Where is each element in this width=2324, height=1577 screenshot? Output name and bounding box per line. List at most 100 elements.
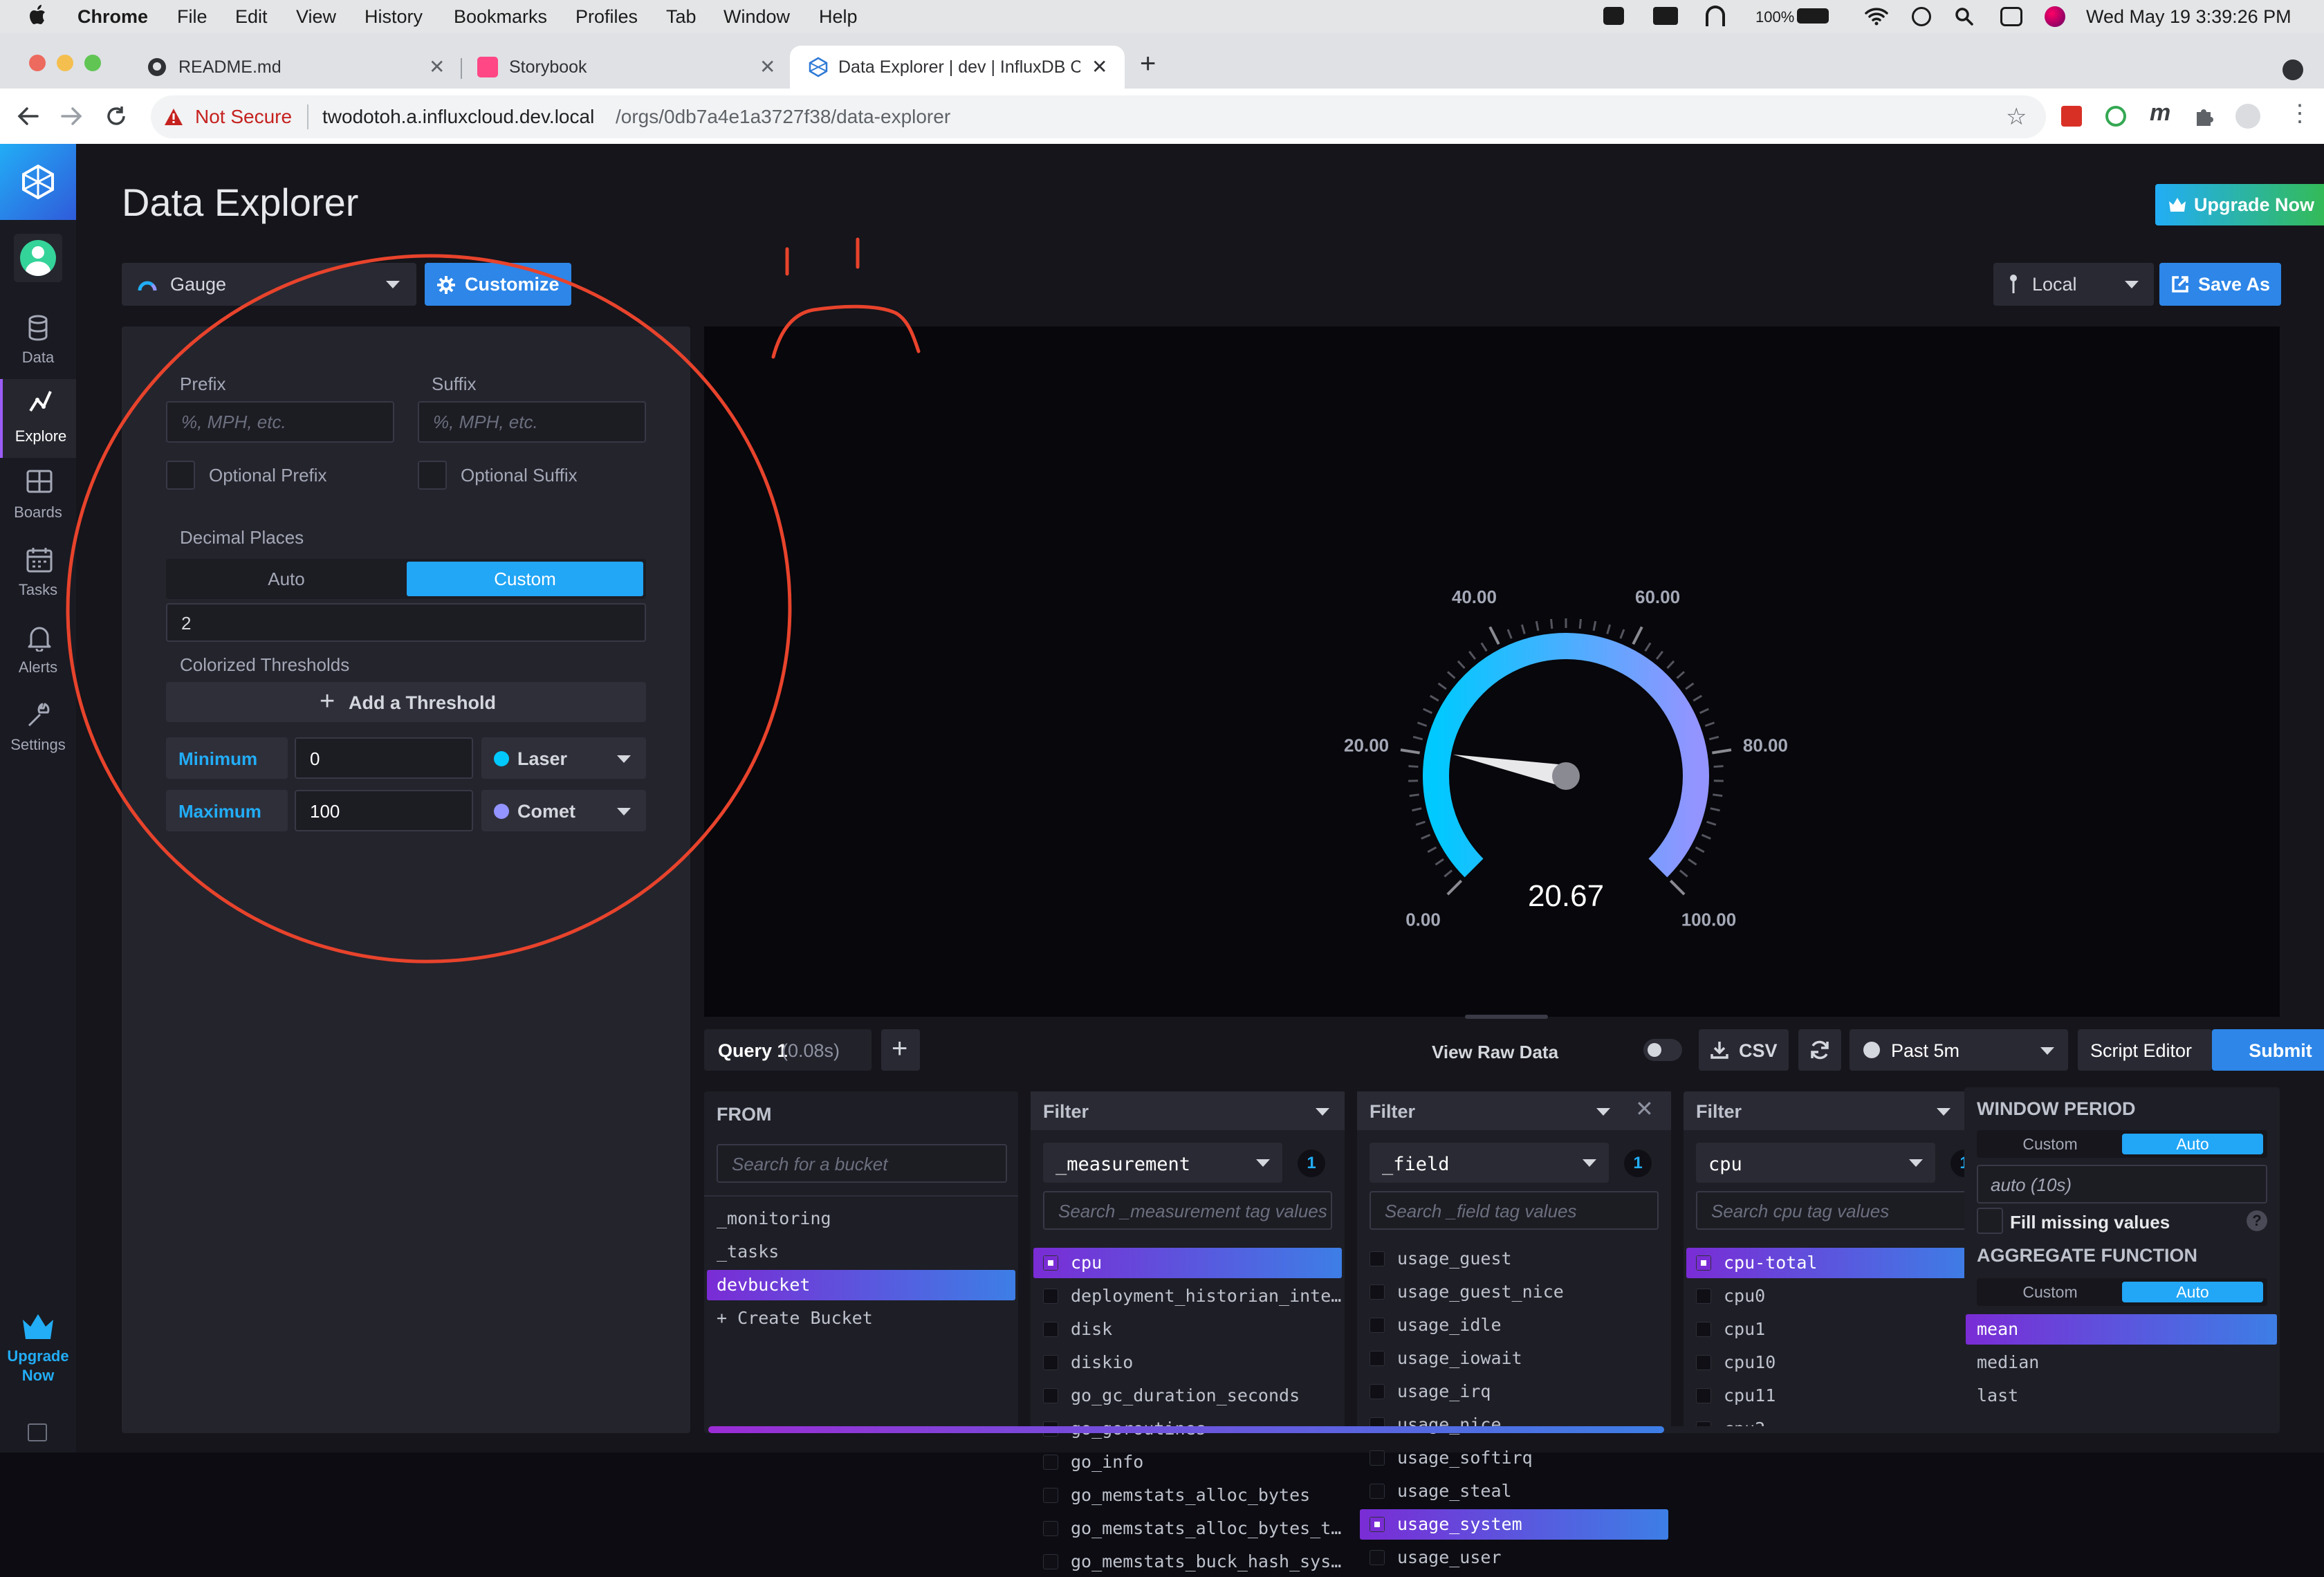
forward-arrow-icon[interactable] (59, 105, 83, 127)
user-account-icon[interactable] (1912, 7, 1931, 26)
list-item-checkbox[interactable] (1370, 1351, 1385, 1366)
video-icon[interactable] (1603, 7, 1624, 25)
submit-button[interactable]: Submit (2212, 1029, 2324, 1071)
filter-search-input[interactable]: Search _field tag values (1370, 1191, 1659, 1230)
customize-button[interactable]: Customize (425, 263, 571, 306)
query-tab[interactable]: Query 1 (0.08s) (704, 1029, 872, 1071)
filter-header[interactable]: Filter ✕ (1357, 1091, 1671, 1130)
aggregate-auto-option[interactable]: Auto (2122, 1282, 2263, 1302)
list-item-checkbox[interactable] (1696, 1388, 1711, 1403)
new-tab-button[interactable]: + (1140, 48, 1156, 80)
filter-header[interactable]: Filter (1684, 1091, 1974, 1130)
script-editor-button[interactable]: Script Editor (2078, 1029, 2212, 1071)
menu-tab[interactable]: Tab (666, 6, 697, 28)
list-item-checkbox[interactable] (1043, 1455, 1058, 1470)
filter-value-item[interactable]: usage_softirq (1360, 1443, 1668, 1473)
csv-download-button[interactable]: CSV (1699, 1029, 1789, 1071)
optional-prefix-checkbox[interactable] (166, 461, 195, 490)
filter-value-item[interactable]: disk (1033, 1314, 1342, 1345)
help-icon[interactable]: ? (2247, 1210, 2267, 1231)
filter-value-item[interactable]: usage_user (1360, 1542, 1668, 1573)
extension-red-icon[interactable] (2061, 106, 2082, 127)
reload-icon[interactable] (105, 105, 127, 127)
list-item-checkbox[interactable] (1043, 1255, 1058, 1271)
chrome-menu-icon[interactable]: ⋮ (2288, 100, 2312, 127)
suffix-input[interactable]: %, MPH, etc. (418, 401, 646, 443)
minimum-value-input[interactable]: 0 (295, 737, 473, 779)
filter-value-item[interactable]: cpu11 (1686, 1381, 1971, 1411)
menu-file[interactable]: File (177, 6, 208, 28)
list-item-checkbox[interactable] (1370, 1284, 1385, 1300)
list-item-checkbox[interactable] (1696, 1355, 1711, 1370)
influxdb-logo[interactable] (0, 144, 76, 220)
extensions-puzzle-icon[interactable] (2193, 105, 2215, 127)
menubar-datetime[interactable]: Wed May 19 3:39:26 PM (2086, 6, 2291, 28)
menu-edit[interactable]: Edit (235, 6, 268, 28)
list-item-checkbox[interactable] (1043, 1322, 1058, 1337)
list-item-checkbox[interactable] (1370, 1517, 1385, 1532)
collapse-nav-icon[interactable] (28, 1423, 47, 1441)
filter-key-dropdown[interactable]: _field (1370, 1143, 1609, 1183)
menu-app-name[interactable]: Chrome (77, 6, 148, 28)
sidenav-item-data[interactable]: Data (0, 304, 76, 376)
filter-value-item[interactable]: usage_guest (1360, 1244, 1668, 1274)
filter-value-item[interactable]: go_memstats_alloc_bytes (1033, 1480, 1342, 1511)
list-item-checkbox[interactable] (1370, 1550, 1385, 1565)
menu-help[interactable]: Help (819, 6, 858, 28)
list-item-checkbox[interactable] (1043, 1289, 1058, 1304)
spotlight-search-icon[interactable] (1955, 7, 1974, 26)
list-item-checkbox[interactable] (1043, 1388, 1058, 1403)
minimum-color-dropdown[interactable]: Laser (481, 737, 646, 779)
extension-m-icon[interactable]: m (2150, 100, 2170, 127)
filter-value-item[interactable]: usage_steal (1360, 1476, 1668, 1506)
siri-icon[interactable] (2045, 6, 2065, 27)
list-item-checkbox[interactable] (1043, 1521, 1058, 1536)
url-host[interactable]: twodotoh.a.influxcloud.dev.local (322, 106, 594, 128)
filter-key-dropdown[interactable]: _measurement (1043, 1143, 1282, 1183)
list-item-checkbox[interactable] (1043, 1554, 1058, 1569)
list-item-checkbox[interactable] (1696, 1322, 1711, 1337)
filter-value-item[interactable]: go_info (1033, 1447, 1342, 1477)
sidenav-item-tasks[interactable]: Tasks (0, 537, 76, 609)
filter-value-item[interactable]: go_memstats_buck_hash_sys… (1033, 1547, 1342, 1577)
browser-tab-data-explorer[interactable]: Data Explorer | dev | InfluxDB C ✕ (790, 46, 1125, 89)
sidenav-item-explore[interactable]: Explore (0, 379, 79, 458)
filter-value-item[interactable]: go_gc_duration_seconds (1033, 1381, 1342, 1411)
battery-icon[interactable] (1797, 8, 1829, 24)
filter-value-item[interactable]: usage_nice (1360, 1410, 1668, 1440)
url-path[interactable]: /orgs/0db7a4e1a3727f38/data-explorer (616, 106, 950, 128)
tab-close-icon[interactable]: ✕ (429, 55, 445, 78)
bucket-search-input[interactable]: Search for a bucket (717, 1144, 1007, 1183)
filter-search-input[interactable]: Search cpu tag values (1696, 1191, 1974, 1230)
bucket-list-item[interactable]: + Create Bucket (707, 1303, 1015, 1334)
add-query-button[interactable]: + (881, 1029, 920, 1071)
window-close-button[interactable] (29, 55, 46, 71)
upgrade-now-button[interactable]: Upgrade Now (2155, 184, 2324, 225)
apple-logo-icon[interactable] (26, 3, 47, 27)
filter-value-item[interactable]: cpu-total (1686, 1248, 1971, 1278)
filter-value-item[interactable]: usage_iowait (1360, 1343, 1668, 1374)
maximum-color-dropdown[interactable]: Comet (481, 790, 646, 831)
aggregate-function-item[interactable]: mean (1966, 1314, 2277, 1345)
control-center-icon[interactable] (2000, 7, 2022, 26)
list-item-checkbox[interactable] (1370, 1318, 1385, 1333)
list-item-checkbox[interactable] (1370, 1450, 1385, 1466)
sidenav-item-alerts[interactable]: Alerts (0, 614, 76, 686)
warning-triangle-icon[interactable] (163, 107, 184, 127)
tab-close-icon[interactable]: ✕ (759, 55, 775, 78)
decimal-auto-option[interactable]: Auto (169, 562, 404, 596)
filter-value-item[interactable]: go_memstats_alloc_bytes_t… (1033, 1513, 1342, 1544)
window-custom-option[interactable]: Custom (1981, 1134, 2119, 1154)
sidenav-item-settings[interactable]: Settings (0, 692, 76, 764)
refresh-button[interactable] (1798, 1029, 1841, 1071)
filter-value-item[interactable]: cpu10 (1686, 1347, 1971, 1378)
remove-filter-icon[interactable]: ✕ (1635, 1096, 1654, 1122)
filter-search-input[interactable]: Search _measurement tag values (1043, 1191, 1332, 1230)
tab-close-icon[interactable]: ✕ (1091, 55, 1107, 78)
menu-profiles[interactable]: Profiles (575, 6, 638, 28)
sidenav-item-boards[interactable]: Boards (0, 459, 76, 531)
vpn-icon[interactable] (1706, 6, 1725, 26)
window-minimize-button[interactable] (57, 55, 73, 71)
tab-search-icon[interactable] (2282, 59, 2303, 80)
optional-suffix-checkbox[interactable] (418, 461, 447, 490)
